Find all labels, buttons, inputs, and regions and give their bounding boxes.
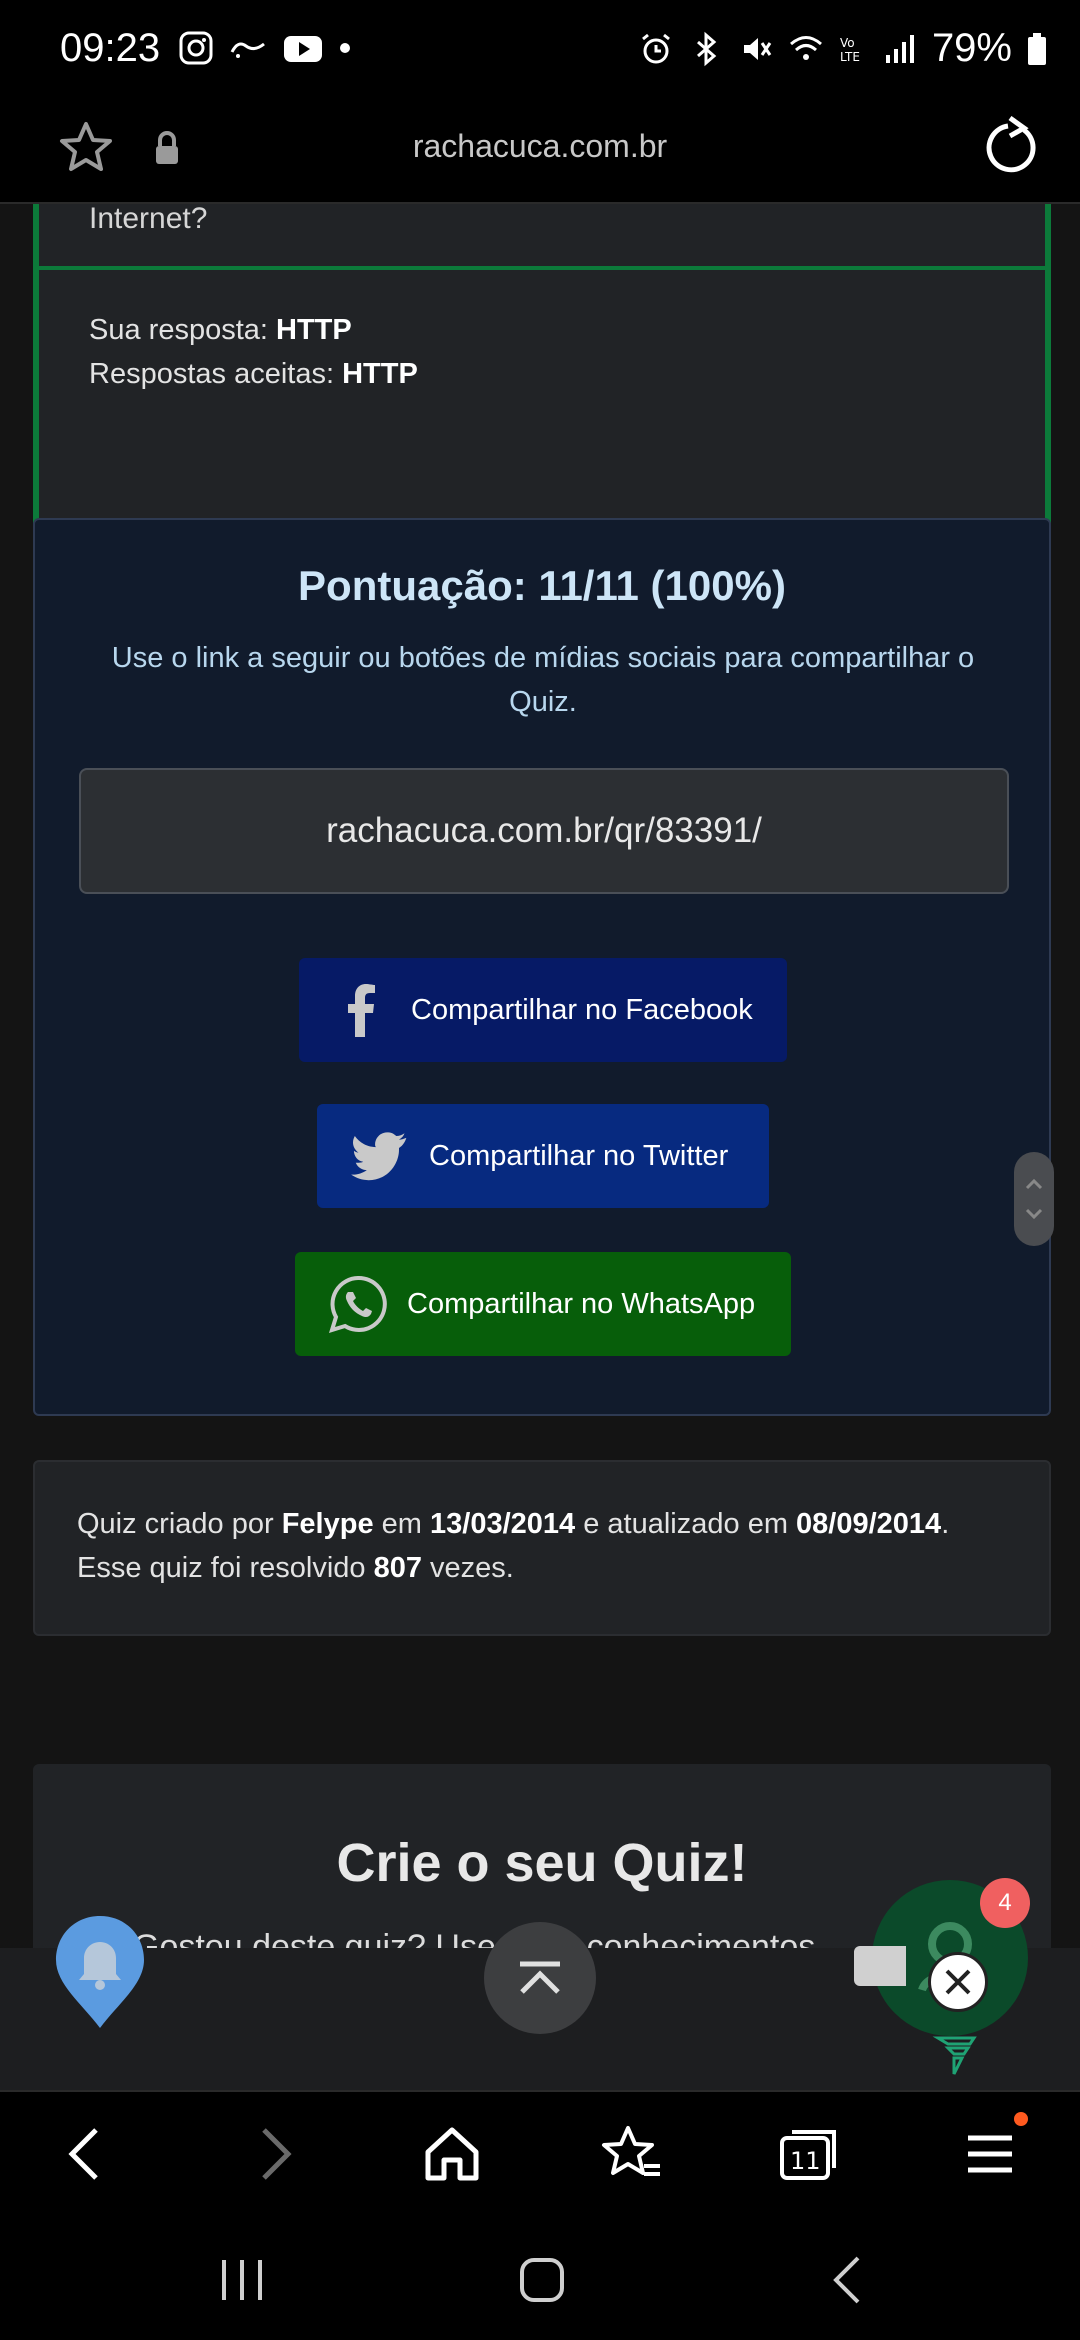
- menu-notification-dot: [1014, 2112, 1028, 2126]
- page-content: Internet? Sua resposta: HTTP Respostas a…: [0, 204, 1080, 2090]
- your-answer-line: Sua resposta: HTTP: [89, 308, 418, 352]
- signal-icon: [885, 34, 914, 63]
- bluetooth-icon: [696, 31, 717, 66]
- whatsapp-icon: [328, 1275, 387, 1334]
- ad-brand-logo-icon[interactable]: [932, 2030, 980, 2078]
- battery-icon: [1028, 32, 1046, 65]
- close-icon: [945, 1969, 971, 1995]
- system-status-icons: Vo LTE 79%: [638, 26, 1048, 71]
- quiz-created-line: Quiz criado por Felype em 13/03/2014 e a…: [77, 1502, 949, 1546]
- share-facebook-button[interactable]: Compartilhar no Facebook: [299, 958, 787, 1062]
- score-title: Pontuação: 11/11 (100%): [298, 562, 786, 609]
- notification-icons: [178, 30, 352, 66]
- quiz-author[interactable]: Felype: [282, 1508, 374, 1540]
- ad-tab[interactable]: [854, 1946, 906, 1986]
- quiz-solved-line: Esse quiz foi resolvido 807 vezes.: [77, 1546, 949, 1590]
- accepted-answers-label: Respostas aceitas:: [89, 358, 335, 390]
- alarm-icon: [642, 33, 670, 63]
- forward-icon[interactable]: [240, 2122, 304, 2186]
- home-icon[interactable]: [420, 2122, 484, 2186]
- arrow-up-icon: [520, 1961, 560, 1994]
- scroll-to-top-button[interactable]: [484, 1922, 596, 2034]
- facebook-icon: [348, 984, 375, 1037]
- share-description: Use o link a seguir ou botões de mídias …: [111, 642, 975, 718]
- quiz-info-card: Quiz criado por Felype em 13/03/2014 e a…: [33, 1460, 1051, 1636]
- share-whatsapp-button[interactable]: Compartilhar no WhatsApp: [295, 1252, 791, 1356]
- answer-question-fragment: Internet?: [39, 204, 1045, 270]
- solved-suffix: vezes.: [430, 1552, 514, 1584]
- share-twitter-label: Compartilhar no Twitter: [429, 1139, 729, 1172]
- created-on-prefix: em: [381, 1508, 422, 1540]
- wifi-icon: [789, 35, 822, 60]
- menu-icon[interactable]: [958, 2122, 1022, 2186]
- browser-url-bar: rachacuca.com.br: [0, 100, 1080, 204]
- created-by-prefix: Quiz criado por: [77, 1508, 274, 1540]
- dot-icon: [340, 43, 350, 53]
- share-whatsapp-label: Compartilhar no WhatsApp: [407, 1287, 756, 1320]
- scroll-updown-icon: [1025, 1178, 1043, 1220]
- close-ad-button[interactable]: [928, 1952, 988, 2012]
- ifood-icon: [230, 42, 265, 58]
- updated-prefix: e atualizado em: [583, 1508, 788, 1540]
- updated-date: 08/09/2014: [796, 1508, 942, 1540]
- url-domain[interactable]: rachacuca.com.br: [0, 128, 1080, 165]
- period: .: [941, 1508, 950, 1540]
- volte-icon: VoLTE: [840, 36, 860, 64]
- solved-prefix: Esse quiz foi resolvido: [77, 1552, 366, 1584]
- reload-icon[interactable]: [980, 116, 1044, 180]
- status-time: 09:23: [60, 26, 161, 70]
- answer-details: Sua resposta: HTTP Respostas aceitas: HT…: [89, 308, 418, 396]
- share-facebook-label: Compartilhar no Facebook: [411, 993, 753, 1026]
- system-navigation-bar: [0, 2214, 1080, 2340]
- recent-apps-icon[interactable]: [212, 2250, 272, 2310]
- share-link-field[interactable]: rachacuca.com.br/qr/83391/: [79, 768, 1009, 894]
- status-bar: 09:23 Vo LTE 79%: [0, 0, 1080, 100]
- solved-count: 807: [373, 1552, 422, 1584]
- battery-percent: 79%: [931, 26, 1012, 70]
- bookmarks-icon[interactable]: [600, 2122, 664, 2186]
- svg-text:Vo: Vo: [840, 36, 855, 50]
- system-back-icon[interactable]: [818, 2250, 878, 2310]
- instagram-icon: [179, 31, 213, 65]
- svg-text:LTE: LTE: [840, 50, 860, 64]
- created-date: 13/03/2014: [430, 1508, 576, 1540]
- youtube-icon: [284, 36, 322, 62]
- your-answer-value: HTTP: [276, 314, 352, 346]
- accepted-answers-value: HTTP: [342, 358, 418, 390]
- back-icon[interactable]: [56, 2122, 120, 2186]
- fast-scroll-handle[interactable]: [1014, 1152, 1054, 1246]
- score-card: Pontuação: 11/11 (100%) Use o link a seg…: [33, 518, 1051, 1416]
- browser-bottom-toolbar: 11: [0, 2090, 1080, 2214]
- quiz-info-text: Quiz criado por Felype em 13/03/2014 e a…: [77, 1502, 949, 1590]
- mute-icon: [743, 37, 772, 60]
- twitter-icon: [351, 1132, 407, 1181]
- your-answer-label: Sua resposta:: [89, 314, 268, 346]
- svg-text:11: 11: [790, 2147, 821, 2175]
- notification-bell-button[interactable]: [52, 1912, 148, 2032]
- share-twitter-button[interactable]: Compartilhar no Twitter: [317, 1104, 769, 1208]
- system-home-icon[interactable]: [512, 2250, 572, 2310]
- question-text-cut: Internet?: [89, 204, 208, 235]
- tabs-icon[interactable]: 11: [778, 2122, 842, 2186]
- chat-notification-badge: 4: [980, 1878, 1030, 1928]
- accepted-answers-line: Respostas aceitas: HTTP: [89, 352, 418, 396]
